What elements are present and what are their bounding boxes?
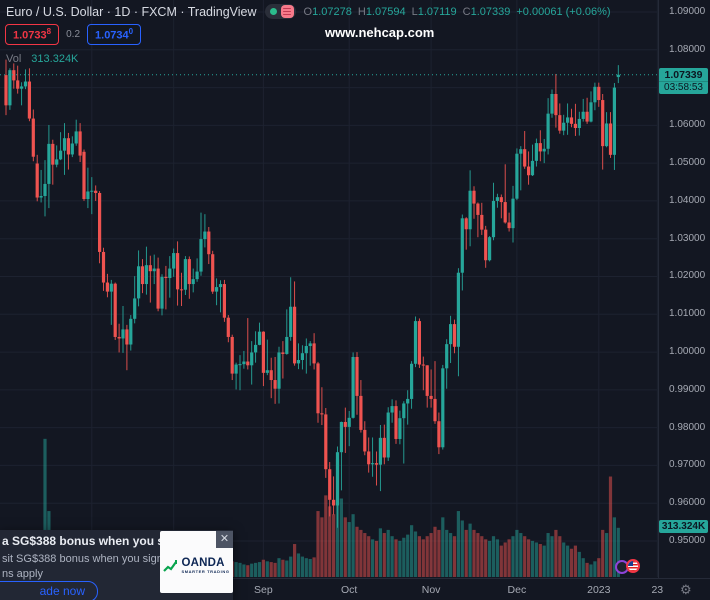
ad-banner: a SG$388 bonus when you sign up. sit SG$… xyxy=(0,530,233,600)
market-open-dot-icon xyxy=(269,8,277,15)
sell-button[interactable]: 1.07338 xyxy=(5,24,60,45)
close-icon[interactable]: ✕ xyxy=(216,531,233,548)
spread-value: 0.2 xyxy=(66,28,81,40)
price-axis-label: 0.95000 xyxy=(669,534,706,546)
notification-list-icon xyxy=(280,5,294,18)
last-price-value: 1.07339 xyxy=(664,68,703,81)
chart-canvas[interactable] xyxy=(0,0,710,600)
watermark-url: www.nehcap.com xyxy=(325,25,435,40)
price-axis-label: 1.03000 xyxy=(669,232,706,244)
price-axis-label: 1.05000 xyxy=(669,157,706,169)
price-axis-label: 0.96000 xyxy=(669,497,706,509)
oanda-logo: OANDA SMARTER TRADING xyxy=(163,557,230,574)
ohlc-readout: O1.07278 H1.07594 L1.07119 C1.07339 +0.0… xyxy=(303,5,611,18)
market-status-toggle[interactable] xyxy=(264,4,296,19)
time-axis-label: Dec xyxy=(507,584,527,596)
symbol-title[interactable]: Euro / U.S. Dollar · 1D · FXCM · Trading… xyxy=(6,5,257,19)
chart-header: Euro / U.S. Dollar · 1D · FXCM · Trading… xyxy=(6,4,611,19)
price-axis-label: 0.99000 xyxy=(669,383,706,395)
last-price-badge: 1.07339 03:58:53 xyxy=(659,67,708,94)
oanda-card[interactable]: OANDA SMARTER TRADING ✕ xyxy=(160,531,233,593)
price-axis-label: 1.08000 xyxy=(669,43,706,55)
us-flag-event-icon[interactable] xyxy=(626,559,640,573)
time-axis-label: 2023 xyxy=(587,584,611,596)
ad-body: sit SG$388 bonus when you sign up. xyxy=(2,553,182,565)
bar-countdown: 03:58:53 xyxy=(659,80,708,94)
trade-now-button[interactable]: ade now xyxy=(0,581,98,600)
price-axis-label: 1.06000 xyxy=(669,119,706,131)
oanda-mark-icon xyxy=(163,559,178,572)
ad-terms: ns apply xyxy=(2,568,43,580)
oanda-tagline: SMARTER TRADING xyxy=(181,569,230,574)
price-axis-label: 1.00000 xyxy=(669,346,706,358)
oanda-name: OANDA xyxy=(181,557,225,569)
gear-icon[interactable]: ⚙ xyxy=(680,582,692,598)
us-flag xyxy=(628,561,638,571)
candlestick-series xyxy=(4,59,620,528)
volume-indicator-row[interactable]: Vol 313.324K xyxy=(6,53,78,65)
time-axis-label: Nov xyxy=(421,584,441,596)
time-axis-label: Oct xyxy=(341,584,358,596)
price-axis-label: 0.97000 xyxy=(669,459,706,471)
price-axis-label: 1.02000 xyxy=(669,270,706,282)
price-axis-label: 0.98000 xyxy=(669,421,706,433)
buy-button[interactable]: 1.07340 xyxy=(87,24,142,45)
quote-buttons: 1.07338 0.2 1.07340 xyxy=(5,24,142,45)
price-axis-label: 1.01000 xyxy=(669,308,706,320)
price-axis-label: 1.04000 xyxy=(669,194,706,206)
time-axis-label: Sep xyxy=(254,584,273,596)
price-change: +0.00061 (+0.06%) xyxy=(516,5,611,18)
tradingview-chart-window: Euro / U.S. Dollar · 1D · FXCM · Trading… xyxy=(0,0,710,600)
price-axis-label: 1.09000 xyxy=(669,6,706,17)
volume-badge: 313.324K xyxy=(659,520,708,534)
time-axis-label: 23 xyxy=(651,584,664,596)
